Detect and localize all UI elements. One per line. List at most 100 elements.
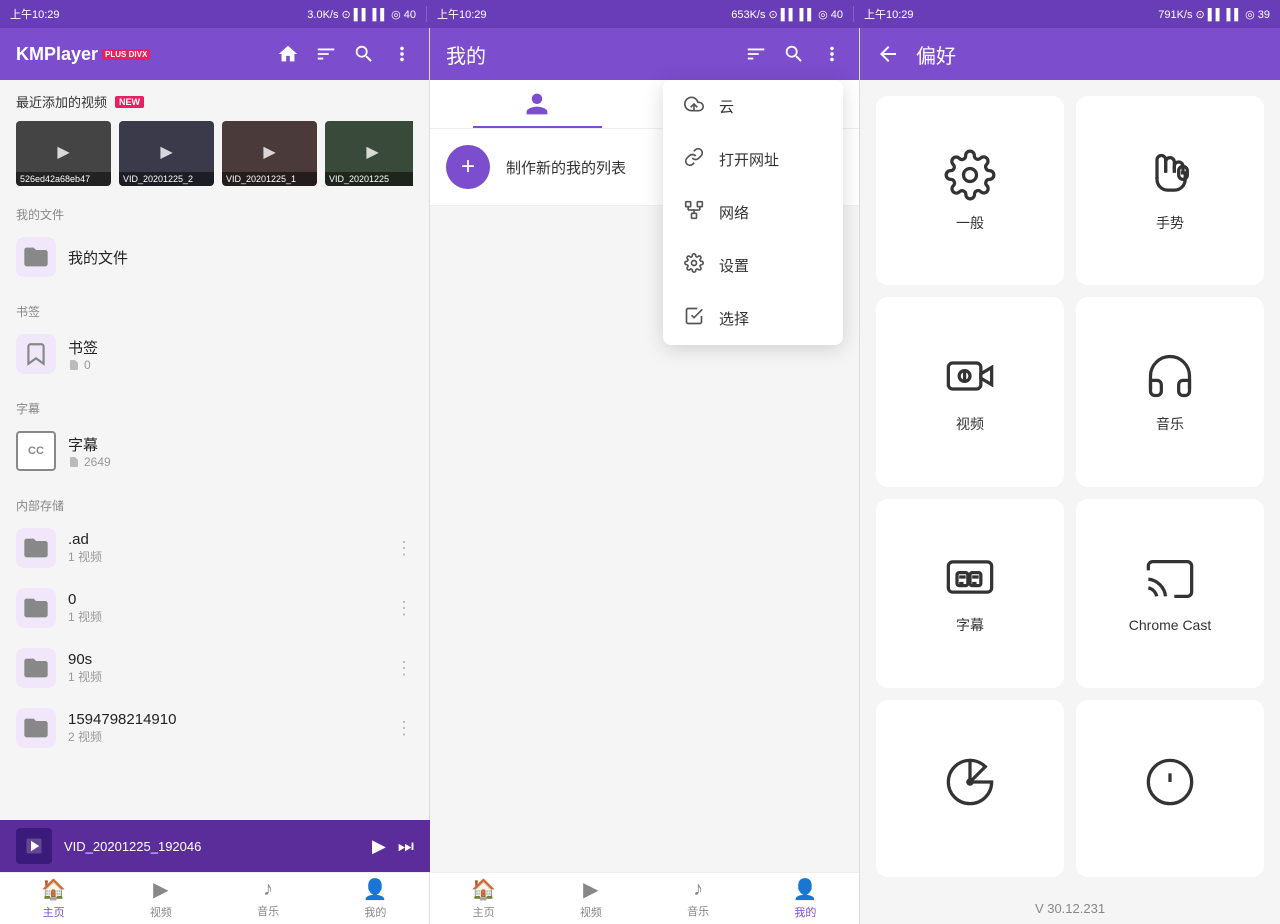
play-pause-btn[interactable]: ▶ bbox=[372, 836, 386, 857]
nav-my-middle[interactable]: 👤 我的 bbox=[752, 877, 859, 920]
gesture-icon bbox=[1144, 149, 1196, 201]
pref-general-label: 一般 bbox=[956, 213, 984, 233]
settings-icon bbox=[683, 253, 705, 278]
pref-gesture-label: 手势 bbox=[1156, 213, 1184, 233]
folder-0-more[interactable]: ⋮ bbox=[395, 598, 413, 619]
my-files-info: 我的文件 bbox=[68, 247, 413, 268]
dropdown-settings-label: 设置 bbox=[719, 255, 749, 276]
dropdown-select-label: 选择 bbox=[719, 308, 749, 329]
video-mid-icon: ▶ bbox=[583, 877, 598, 902]
dropdown-network-label: 网络 bbox=[719, 202, 749, 223]
cc-icon: CC bbox=[16, 431, 56, 471]
pref-music[interactable]: 音乐 bbox=[1076, 297, 1264, 486]
folder-0[interactable]: 0 1 视频 ⋮ bbox=[0, 578, 429, 638]
folder-1594-info: 1594798214910 2 视频 bbox=[68, 711, 383, 745]
dropdown-settings[interactable]: 设置 bbox=[663, 239, 843, 292]
add-text: 制作新的我的列表 bbox=[506, 157, 626, 178]
nav-music-left[interactable]: ♪ 音乐 bbox=[215, 878, 322, 919]
player-title: VID_20201225_192046 bbox=[64, 839, 360, 854]
my-files-name: 我的文件 bbox=[68, 247, 413, 268]
time-3: 上午10:29 bbox=[864, 6, 914, 22]
home-icon-btn[interactable] bbox=[277, 43, 299, 65]
search-middle-btn[interactable] bbox=[783, 43, 805, 65]
play-icon-3: ▶ bbox=[366, 142, 378, 162]
folder-1594[interactable]: 1594798214910 2 视频 ⋮ bbox=[0, 698, 429, 758]
dropdown-select[interactable]: 选择 bbox=[663, 292, 843, 345]
dropdown-cloud[interactable]: 云 bbox=[663, 80, 843, 133]
search-icon-btn[interactable] bbox=[353, 43, 375, 65]
check-icon bbox=[683, 306, 705, 331]
folder-icon bbox=[16, 237, 56, 277]
pref-gesture[interactable]: 手势 bbox=[1076, 96, 1264, 285]
more-icon-btn[interactable] bbox=[391, 43, 413, 65]
more-middle-btn[interactable] bbox=[821, 43, 843, 65]
nav-music-middle[interactable]: ♪ 音乐 bbox=[645, 878, 752, 919]
storage-section: 内部存储 .ad 1 视频 ⋮ 0 bbox=[0, 485, 429, 762]
nav-video-middle[interactable]: ▶ 视频 bbox=[537, 877, 644, 920]
bookmarks-info: 书签 0 bbox=[68, 337, 413, 372]
middle-header: 我的 bbox=[430, 28, 859, 80]
cloud-icon bbox=[683, 94, 705, 119]
pref-speed[interactable] bbox=[876, 700, 1064, 877]
play-icon-1: ▶ bbox=[160, 142, 172, 162]
middle-title: 我的 bbox=[446, 40, 729, 69]
folder-90s-more[interactable]: ⋮ bbox=[395, 658, 413, 679]
video-thumb-1[interactable]: ▶ VID_20201225_2 bbox=[119, 121, 214, 186]
play-icon-0: ▶ bbox=[57, 142, 69, 162]
link-icon bbox=[683, 147, 705, 172]
video-nav-label: 视频 bbox=[150, 904, 172, 920]
play-icon-2: ▶ bbox=[263, 142, 275, 162]
info-icon bbox=[1144, 756, 1196, 808]
folder-90s-sub: 1 视频 bbox=[68, 668, 383, 685]
nav-video-left[interactable]: ▶ 视频 bbox=[107, 877, 214, 920]
nav-home-left[interactable]: 🏠 主页 bbox=[0, 877, 107, 920]
my-files-item[interactable]: 我的文件 bbox=[0, 227, 429, 287]
pref-video[interactable]: 视频 bbox=[876, 297, 1064, 486]
new-badge: NEW bbox=[115, 96, 144, 108]
subtitles-section: 字幕 CC 字幕 2649 bbox=[0, 388, 429, 485]
bookmarks-sub: 0 bbox=[68, 358, 413, 372]
recent-section: 最近添加的视频 NEW ▶ 526ed42a68eb47 ▶ VID_20201… bbox=[0, 80, 429, 194]
next-btn[interactable]: ⏭ bbox=[398, 836, 414, 857]
folder-90s[interactable]: 90s 1 视频 ⋮ bbox=[0, 638, 429, 698]
player-controls: ▶ ⏭ bbox=[372, 836, 414, 857]
pref-info[interactable] bbox=[1076, 700, 1264, 877]
folder-ad[interactable]: .ad 1 视频 ⋮ bbox=[0, 518, 429, 578]
folder-ad-sub: 1 视频 bbox=[68, 548, 383, 565]
my-mid-label: 我的 bbox=[794, 904, 816, 920]
player-bar: VID_20201225_192046 ▶ ⏭ bbox=[0, 820, 430, 872]
nav-home-middle[interactable]: 🏠 主页 bbox=[430, 877, 537, 920]
folder-1594-icon bbox=[16, 708, 56, 748]
video-thumb-0[interactable]: ▶ 526ed42a68eb47 bbox=[16, 121, 111, 186]
status-icons-1: 3.0K/s ⊙ ▌▌ ▌▌ ◎ 40 bbox=[307, 8, 416, 21]
status-segment-3: 上午10:29 791K/s ⊙ ▌▌ ▌▌ ◎ 39 bbox=[853, 6, 1280, 22]
subtitles-item[interactable]: CC 字幕 2649 bbox=[0, 421, 429, 481]
back-button[interactable] bbox=[876, 42, 900, 66]
tab-person[interactable] bbox=[430, 80, 645, 128]
pref-subtitle[interactable]: 字幕 bbox=[876, 499, 1064, 688]
panel-middle: 我的 + 制作新的 bbox=[430, 28, 860, 924]
pref-general[interactable]: 一般 bbox=[876, 96, 1064, 285]
sort-icon-btn[interactable] bbox=[315, 43, 337, 65]
bookmarks-item[interactable]: 书签 0 bbox=[0, 324, 429, 384]
video-thumb-2[interactable]: ▶ VID_20201225_1 bbox=[222, 121, 317, 186]
time-2: 上午10:29 bbox=[437, 6, 487, 22]
dropdown-menu: 云 打开网址 网络 设置 bbox=[663, 80, 843, 345]
dropdown-url[interactable]: 打开网址 bbox=[663, 133, 843, 186]
status-segment-1: 上午10:29 3.0K/s ⊙ ▌▌ ▌▌ ◎ 40 bbox=[0, 6, 426, 22]
my-nav-icon: 👤 bbox=[363, 877, 388, 902]
folder-ad-more[interactable]: ⋮ bbox=[395, 538, 413, 559]
nav-my-left[interactable]: 👤 我的 bbox=[322, 877, 429, 920]
folder-1594-more[interactable]: ⋮ bbox=[395, 718, 413, 739]
folder-0-sub: 1 视频 bbox=[68, 608, 383, 625]
bookmarks-label: 书签 bbox=[0, 295, 429, 324]
status-icons-2: 653K/s ⊙ ▌▌ ▌▌ ◎ 40 bbox=[731, 8, 843, 21]
left-header: KMPlayer PLUS DIVX bbox=[0, 28, 429, 80]
pref-chromecast-label: Chrome Cast bbox=[1129, 617, 1211, 633]
video-pref-icon bbox=[944, 350, 996, 402]
dropdown-network[interactable]: 网络 bbox=[663, 186, 843, 239]
sort-middle-btn[interactable] bbox=[745, 43, 767, 65]
panel-left: KMPlayer PLUS DIVX bbox=[0, 28, 430, 924]
pref-chromecast[interactable]: Chrome Cast bbox=[1076, 499, 1264, 688]
video-thumb-3[interactable]: ▶ VID_20201225 bbox=[325, 121, 413, 186]
